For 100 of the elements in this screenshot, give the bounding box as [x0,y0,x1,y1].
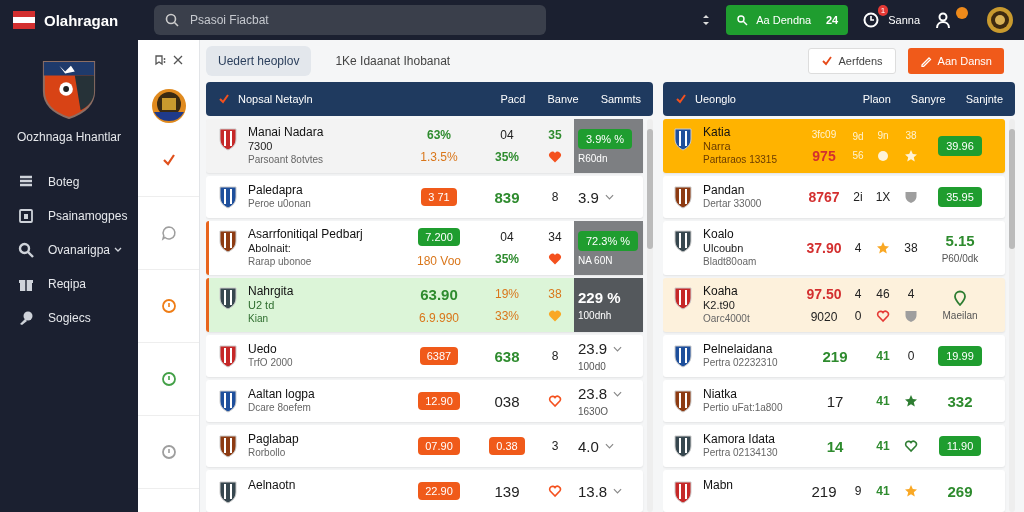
stat-value: 56 [852,150,864,161]
crest-icon [673,229,693,253]
tab[interactable]: Uedert heoplov [206,46,312,76]
odds-box[interactable]: 229 % 100dnh [574,278,643,332]
circle-icon[interactable] [160,444,177,460]
scrollbar[interactable] [647,119,653,512]
badge-crest-icon [150,88,187,124]
team-name: Nahrgita [248,284,294,298]
search-icon [736,14,749,26]
nav-item[interactable]: Sogiecs [48,311,91,325]
match-row[interactable]: Paledapra Peroe u0onan 3 71 839 8 3.9 [206,176,643,218]
promo-button[interactable]: Aa Dendna 24 [726,5,849,35]
team-detail: Dcare 8oefem [248,401,312,415]
odds-box[interactable]: 72.3% % NA 60N [574,221,643,275]
chevron-icon[interactable] [604,194,614,200]
odds-pill[interactable]: 19.99 [938,346,982,366]
chevron-icon[interactable] [604,443,614,449]
team-name: Pandan [703,183,746,197]
team-detail: K2.t90 [703,298,736,312]
circle-icon[interactable] [160,298,177,314]
match-row[interactable]: Koaha K2.t90 Oarc4000t 97.50 9020 4 0 46 4 Maeilan [663,278,1005,332]
odds-detail: Maeilan [942,309,978,321]
odds-pill[interactable]: 11.90 [938,436,982,456]
caret-icon[interactable] [114,247,123,253]
search-field[interactable]: Psasoi Fiacbat [154,5,546,35]
match-row[interactable]: Niatka Pertio uFat:1a800 17 41 332 [663,380,1005,422]
odds-pill[interactable]: 35.95 [938,187,982,207]
team-detail: Ulcoubn [703,241,745,255]
odds-value: 4.0 [578,437,599,455]
crest-icon [673,286,693,310]
team-name: Asarrfonitiqal Pedbarj [248,227,363,241]
team-detail: Kian [248,312,269,326]
match-row[interactable]: Koalo Ulcoubn Bladt80oam 37.90 4 38 5.15 P60/0dk [663,221,1005,275]
match-row[interactable]: Pandan Dertar 33000 8767 2i 1X 35.95 [663,176,1005,218]
nav-item[interactable]: Reqipa [48,277,87,291]
match-row[interactable]: Manai Nadara 7300 Parsoant 8otvtes 63% 1.3.5% 04 35% 35 3.9% % R60dn [206,119,643,173]
close-icon[interactable] [171,54,184,66]
stat-value: 17 [826,392,844,410]
team-name: Manai Nadara [248,125,324,139]
match-row[interactable]: Aelnaotn 22.90 139 13.8 [206,470,643,512]
action-button[interactable]: Aerfdens [807,48,896,74]
check-icon[interactable] [160,152,177,168]
match-row[interactable]: Kamora Idata Pertra 02134130 14 41 11.90 [663,425,1005,467]
check-icon [675,93,687,105]
team-detail: Partaraos 13315 [703,153,777,167]
nav-item[interactable]: Boteg [48,175,80,189]
app-title: Olahragan [44,11,119,29]
chevron-icon[interactable] [613,488,623,494]
stat-value: 3 [551,439,559,453]
stat-value: 9n [877,129,889,141]
nav-item[interactable]: Ovanarigpa [48,243,111,257]
odds-value: 23.9 [578,340,608,357]
tab[interactable]: 1Ke Idaanat Ihobanat [323,46,463,76]
stat-value: 8767 [808,189,840,205]
club-crest-icon [40,58,98,120]
bookmark-icon[interactable] [153,54,166,66]
avatar-icon[interactable] [986,6,1014,34]
match-row[interactable]: Aaltan logpa Dcare 8oefem 12.90 038 23.8 1630O [206,380,643,422]
odds-value: 269 [947,482,973,500]
stat-value: 41 [876,439,890,453]
nav-item[interactable]: Psainamogpes [48,209,128,223]
circle-icon[interactable] [160,371,177,387]
team-name: Niatka [703,387,738,401]
clock-icon[interactable] [862,11,881,29]
stat-value: 0 [854,309,862,323]
stat-value: 219 [811,482,837,500]
stat-value: 38 [548,287,562,301]
match-row[interactable]: Asarrfonitiqal Pedbarj Abolnait: Rarap ubonoe 7.200 180 Voo 04 35% 34 72.3% % NA 60N [206,221,643,275]
odds-pill[interactable]: 7.200 [418,228,460,246]
match-row[interactable]: Nahrgita U2 td Kian 63.90 6.9.990 19% 33% 38 229 % 100dnh [206,278,643,332]
stat-value: 41 [876,484,890,498]
crest-icon [673,389,693,413]
crest-icon [673,480,693,504]
odds-pill[interactable]: 72.3% % [578,230,639,251]
chat-icon[interactable] [160,225,177,241]
user-icon[interactable] [934,11,952,29]
match-row[interactable]: Katia Narra Partaraos 13315 3fc09 975 9d 56 9n 38 39.96 [663,119,1005,173]
crest-icon [673,127,693,151]
stat-value: 35% [495,252,519,266]
chevron-icon[interactable] [613,390,623,397]
team-detail: Dertar 33000 [703,197,762,211]
odds-pill[interactable]: 3.9% % [578,128,632,149]
odds-pill[interactable]: 39.96 [938,136,982,156]
stat-value: 35% [495,150,519,164]
pin-icon [952,289,968,306]
match-row[interactable]: Uedo TrfO 2000 6387 638 8 23.9 100d0 [206,335,643,377]
stat-value: 19% [495,287,519,301]
team-detail: Pertra 02232310 [703,356,778,370]
match-row[interactable]: Pelnelaidana Pertra 02232310 219 41 0 19.99 [663,335,1005,377]
column-header: Plaon [862,93,891,105]
team-detail: Pertra 02134130 [703,446,778,460]
match-row[interactable]: Mabn 219 9 41 269 [663,470,1005,512]
chevron-icon[interactable] [613,345,623,352]
stat-value: 41 [876,349,890,363]
odds-box[interactable]: 3.9% % R60dn [574,119,643,173]
odds-value: 3.9 [578,188,599,206]
scrollbar[interactable] [1009,119,1015,512]
team-detail: Parsoant 8otvtes [248,153,324,167]
match-row[interactable]: Paglabap Rorbollo 07.90 0.38 3 4.0 [206,425,643,467]
stat-value: 37.90 [806,240,842,256]
